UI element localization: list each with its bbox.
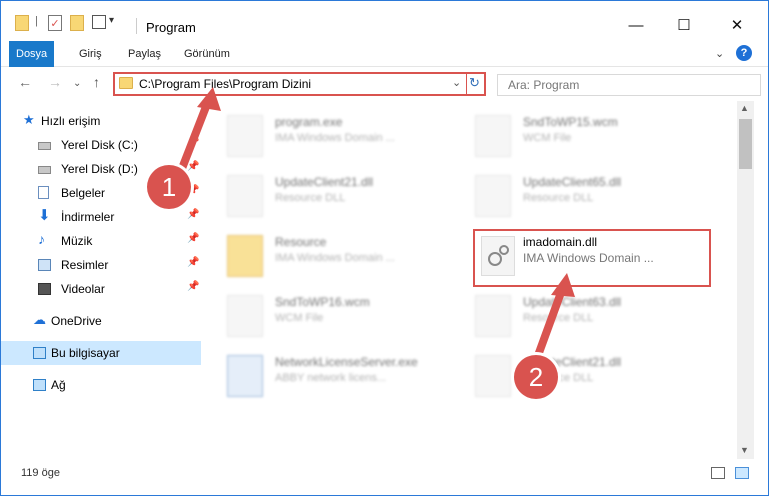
arrow-1-shaft bbox=[177, 97, 213, 173]
step-2-badge: 2 bbox=[514, 355, 558, 399]
arrow-2-shaft bbox=[532, 285, 567, 363]
step-1-badge: 1 bbox=[147, 165, 191, 209]
arrow-2-head bbox=[551, 273, 575, 297]
explorer-window: | ✓ ▾ Program — ☐ ✕ Dosya Giriş Paylaş G… bbox=[0, 0, 769, 496]
arrow-1-head bbox=[197, 87, 221, 111]
annotation-arrows bbox=[177, 87, 575, 363]
